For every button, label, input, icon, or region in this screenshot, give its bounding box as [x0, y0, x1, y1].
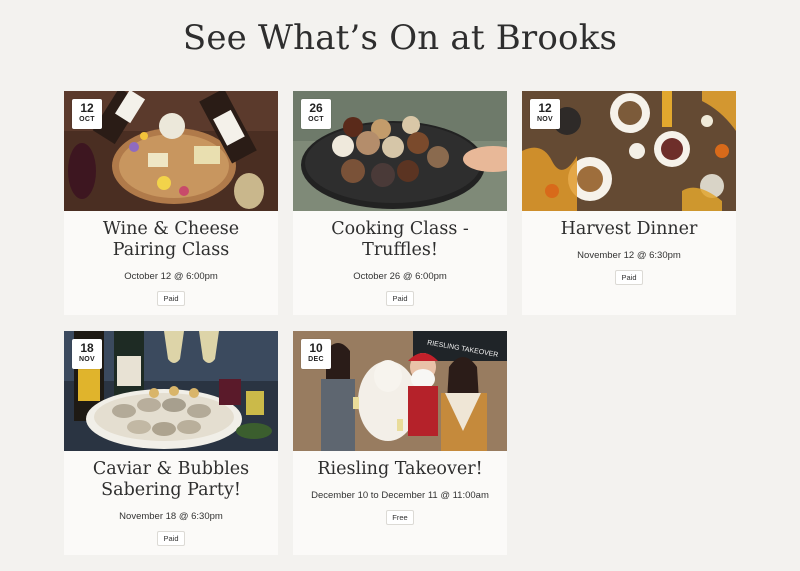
date-badge: 18 NOV	[72, 339, 102, 369]
date-day: 12	[538, 101, 552, 115]
event-title[interactable]: Wine & Cheese Pairing Class	[74, 219, 268, 261]
event-datetime: November 12 @ 6:30pm	[577, 250, 681, 261]
date-badge: 10 DEC	[301, 339, 331, 369]
date-badge: 12 NOV	[530, 99, 560, 129]
event-title[interactable]: Cooking Class - Truffles!	[303, 219, 497, 261]
event-datetime: October 26 @ 6:00pm	[353, 271, 447, 282]
date-day: 10	[309, 341, 323, 355]
event-image-truffles[interactable]: 26 OCT	[293, 91, 507, 211]
event-datetime: October 12 @ 6:00pm	[124, 271, 218, 282]
price-tag: Paid	[615, 270, 643, 285]
date-month: NOV	[78, 356, 96, 363]
event-card-caviar-bubbles[interactable]: 18 NOV Caviar & Bubbles Sabering Party! …	[64, 331, 278, 555]
event-card-truffles[interactable]: 26 OCT Cooking Class - Truffles! October…	[293, 91, 507, 315]
event-datetime: November 18 @ 6:30pm	[119, 511, 223, 522]
event-card-wine-cheese[interactable]: 12 OCT Wine & Cheese Pairing Class Octob…	[64, 91, 278, 315]
event-title[interactable]: Riesling Takeover!	[303, 459, 497, 480]
event-image-riesling-takeover[interactable]: RIESLING TAKEOVER 10 DEC	[293, 331, 507, 451]
event-card-riesling-takeover[interactable]: RIESLING TAKEOVER 10 DEC Riesling Takeov…	[293, 331, 507, 555]
event-image-harvest-dinner[interactable]: 12 NOV	[522, 91, 736, 211]
date-day: 12	[80, 101, 94, 115]
date-month: OCT	[79, 116, 95, 123]
event-title[interactable]: Caviar & Bubbles Sabering Party!	[74, 459, 268, 501]
date-day: 18	[80, 341, 94, 355]
date-month: OCT	[308, 116, 324, 123]
event-image-caviar-bubbles[interactable]: 18 NOV	[64, 331, 278, 451]
event-image-wine-cheese[interactable]: 12 OCT	[64, 91, 278, 211]
date-day: 26	[309, 101, 323, 115]
price-tag: Free	[386, 510, 414, 525]
event-datetime: December 10 to December 11 @ 11:00am	[311, 490, 489, 501]
price-tag: Paid	[157, 291, 185, 306]
price-tag: Paid	[386, 291, 414, 306]
event-title[interactable]: Harvest Dinner	[532, 219, 726, 240]
date-month: NOV	[536, 116, 554, 123]
date-badge: 12 OCT	[72, 99, 102, 129]
date-badge: 26 OCT	[301, 99, 331, 129]
event-card-harvest-dinner[interactable]: 12 NOV Harvest Dinner November 12 @ 6:30…	[522, 91, 736, 315]
page-title: See What’s On at Brooks	[182, 18, 618, 58]
price-tag: Paid	[157, 531, 185, 546]
date-month: DEC	[308, 356, 324, 363]
